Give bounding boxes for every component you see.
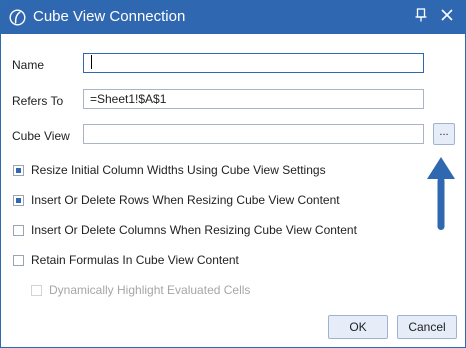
insert-delete-rows-label: Insert Or Delete Rows When Resizing Cube… bbox=[31, 192, 340, 207]
option-resize-column-widths[interactable]: Resize Initial Column Widths Using Cube … bbox=[13, 162, 326, 178]
insert-delete-columns-checkbox[interactable] bbox=[13, 224, 24, 236]
resize-column-widths-label: Resize Initial Column Widths Using Cube … bbox=[31, 162, 326, 177]
option-retain-formulas[interactable]: Retain Formulas In Cube View Content bbox=[13, 252, 239, 268]
pin-icon bbox=[415, 7, 427, 27]
name-input[interactable] bbox=[83, 53, 424, 73]
refers-to-input[interactable]: =Sheet1!$A$1 bbox=[83, 89, 424, 109]
insert-delete-columns-label: Insert Or Delete Columns When Resizing C… bbox=[31, 222, 357, 237]
dynamically-highlight-label: Dynamically Highlight Evaluated Cells bbox=[49, 282, 251, 297]
refers-to-label: Refers To bbox=[12, 94, 64, 108]
close-button[interactable] bbox=[437, 7, 457, 27]
retain-formulas-checkbox[interactable] bbox=[13, 254, 24, 266]
browse-cube-view-button[interactable]: ... bbox=[433, 123, 455, 145]
cube-view-connection-dialog: Cube View Connection Name Refers To =She… bbox=[0, 0, 466, 348]
insert-delete-rows-checkbox[interactable] bbox=[13, 194, 24, 206]
refers-to-value: =Sheet1!$A$1 bbox=[90, 92, 167, 106]
option-insert-delete-columns[interactable]: Insert Or Delete Columns When Resizing C… bbox=[13, 222, 357, 238]
resize-column-widths-checkbox[interactable] bbox=[13, 164, 24, 176]
arrow-up-icon bbox=[427, 157, 455, 233]
cube-view-label: Cube View bbox=[12, 129, 70, 143]
option-dynamically-highlight: Dynamically Highlight Evaluated Cells bbox=[31, 282, 250, 298]
close-icon bbox=[441, 8, 453, 26]
text-caret bbox=[91, 55, 92, 69]
cancel-button[interactable]: Cancel bbox=[397, 315, 457, 339]
option-insert-delete-rows[interactable]: Insert Or Delete Rows When Resizing Cube… bbox=[13, 192, 340, 208]
ok-button[interactable]: OK bbox=[328, 315, 388, 339]
onestream-logo-icon bbox=[9, 9, 26, 26]
name-label: Name bbox=[12, 58, 45, 72]
title-bar: Cube View Connection bbox=[1, 1, 465, 34]
window-title: Cube View Connection bbox=[33, 8, 186, 25]
retain-formulas-label: Retain Formulas In Cube View Content bbox=[31, 252, 239, 267]
cube-view-input[interactable] bbox=[83, 124, 424, 144]
dynamically-highlight-checkbox bbox=[31, 284, 42, 296]
pin-button[interactable] bbox=[411, 7, 431, 27]
